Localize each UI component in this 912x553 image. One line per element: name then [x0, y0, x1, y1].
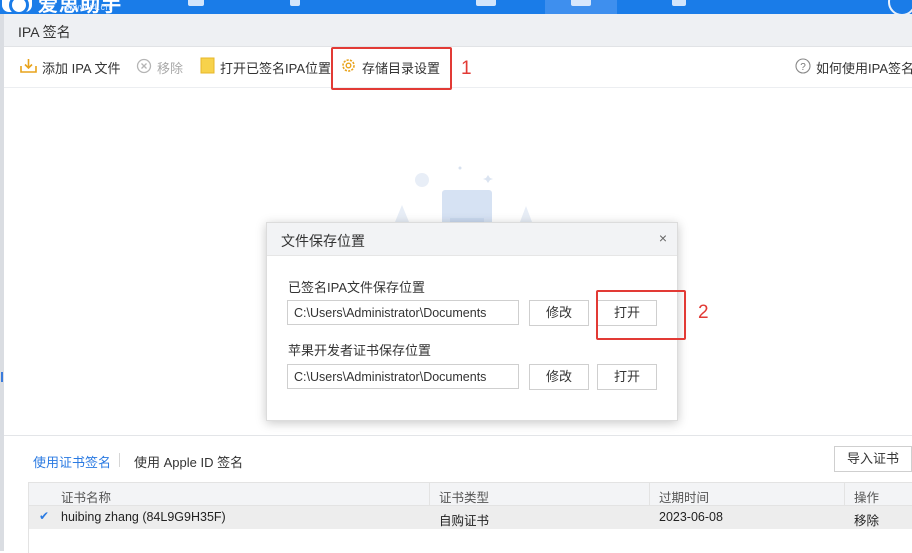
- empty-state-illustration: [390, 160, 540, 230]
- table-row[interactable]: ✔ huibing zhang (84L9G9H35F) 自购证书 2023-0…: [29, 506, 912, 529]
- nav-tab-icon[interactable]: [476, 0, 496, 6]
- import-cert-button[interactable]: 导入证书: [834, 446, 912, 472]
- app-logo-icon: [2, 0, 32, 14]
- certificate-table: 证书名称 证书类型 过期时间 操作 ✔ huibing zhang (84L9G…: [28, 482, 912, 553]
- window-title: IPA 签名: [18, 24, 71, 40]
- signed-ipa-path-field[interactable]: [287, 300, 519, 325]
- signed-ipa-modify-button[interactable]: 修改: [529, 300, 589, 326]
- col-action: 操作: [854, 491, 880, 505]
- toolbar: 添加 IPA 文件 移除 打开已签名IPA位置 存储目录设置 ? 如何使用IPA…: [4, 47, 912, 88]
- import-file-icon: [20, 58, 37, 77]
- tab-divider: [119, 453, 120, 467]
- dev-cert-path-field[interactable]: [287, 364, 519, 389]
- nav-tab-icon[interactable]: [672, 0, 686, 6]
- column-divider: [649, 483, 650, 505]
- tab-cert-signing[interactable]: 使用证书签名: [33, 452, 111, 471]
- dev-cert-location-label: 苹果开发者证书保存位置: [288, 343, 432, 358]
- window-titlebar: IPA 签名: [4, 14, 912, 47]
- svg-text:?: ?: [800, 62, 806, 73]
- dialog-title: 文件保存位置: [281, 233, 365, 249]
- folder-icon: [200, 57, 215, 77]
- dev-cert-modify-button[interactable]: 修改: [529, 364, 589, 390]
- help-label: 如何使用IPA签名?: [816, 60, 912, 76]
- tab-appleid-signing[interactable]: 使用 Apple ID 签名: [134, 452, 243, 471]
- nav-tab-icon[interactable]: [290, 0, 300, 6]
- remove-button[interactable]: 移除: [136, 47, 183, 87]
- column-divider: [844, 483, 845, 505]
- annotation-number-2: 2: [698, 302, 709, 323]
- nav-tab-icon[interactable]: [188, 0, 204, 6]
- dev-cert-open-button[interactable]: 打开: [597, 364, 657, 390]
- certificate-panel: 使用证书签名 使用 Apple ID 签名 导入证书 证书名称 证书类型 过期时…: [4, 435, 912, 553]
- cert-type-cell: 自购证书: [439, 514, 490, 528]
- open-signed-location-label: 打开已签名IPA位置: [220, 60, 331, 76]
- signed-ipa-location-label: 已签名IPA文件保存位置: [288, 280, 425, 295]
- app-logo-url: www.i4.cn: [66, 2, 112, 12]
- remove-label: 移除: [157, 60, 184, 76]
- cert-remove-action[interactable]: 移除: [854, 510, 879, 529]
- add-ipa-button[interactable]: 添加 IPA 文件: [20, 47, 121, 87]
- left-edge-marker: [1, 372, 3, 382]
- col-expiry: 过期时间: [659, 491, 710, 505]
- add-ipa-label: 添加 IPA 文件: [42, 60, 121, 76]
- dialog-header: 文件保存位置 ×: [267, 223, 677, 256]
- col-cert-name: 证书名称: [61, 491, 112, 505]
- remove-circle-icon: [136, 58, 152, 77]
- question-icon: ?: [795, 57, 811, 77]
- highlight-box-1: [331, 47, 452, 90]
- nav-tab-active[interactable]: [545, 0, 617, 14]
- highlight-box-2: [596, 290, 686, 340]
- open-signed-location-button[interactable]: 打开已签名IPA位置: [200, 47, 331, 87]
- close-icon[interactable]: ×: [659, 230, 667, 246]
- table-header: 证书名称 证书类型 过期时间 操作: [29, 483, 912, 506]
- help-link[interactable]: ? 如何使用IPA签名?: [795, 47, 912, 87]
- column-divider: [429, 483, 430, 505]
- nav-tab-icon: [571, 0, 591, 6]
- cert-name-cell: huibing zhang (84L9G9H35F): [61, 510, 226, 524]
- annotation-number-1: 1: [461, 58, 472, 79]
- cert-expiry-cell: 2023-06-08: [659, 510, 723, 524]
- checkmark-icon: ✔: [39, 509, 50, 523]
- col-cert-type: 证书类型: [439, 491, 490, 505]
- download-icon[interactable]: [888, 0, 912, 14]
- app-header: 爱思助手 www.i4.cn: [0, 0, 912, 14]
